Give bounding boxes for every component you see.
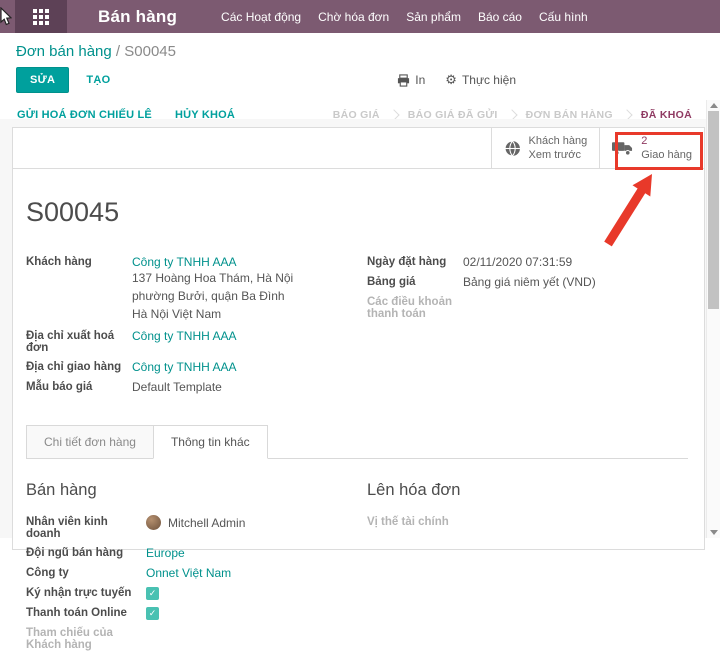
other-info-pane: Bán hàng Nhân viên kinh doanh Mitchell A…: [26, 459, 688, 654]
navbar-menu: Các Hoạt động Chờ hóa đơn Sản phẩm Báo c…: [221, 10, 588, 24]
field-order-date-label: Ngày đặt hàng: [367, 255, 463, 268]
field-sales-team: Đội ngũ bán hàng Europe: [26, 543, 351, 563]
notebook-tabs: Chi tiết đơn hàng Thông tin khác: [26, 425, 688, 459]
field-online-signature-label: Ký nhận trực tuyến: [26, 586, 146, 599]
field-customer-label: Khách hàng: [26, 255, 132, 268]
scroll-up-arrow-icon[interactable]: [710, 103, 718, 108]
invoice-address-link[interactable]: Công ty TNHH AAA: [132, 329, 236, 343]
invoicing-section: Lên hóa đơn Vị thế tài chính: [367, 481, 688, 654]
field-salesperson-label: Nhân viên kinh doanh: [26, 515, 146, 540]
customer-address-line: 137 Hoàng Hoa Thám, Hà Nội: [132, 269, 293, 287]
field-online-payment: Thanh toán Online ✓: [26, 603, 351, 623]
control-panel-actions: SỬA TẠO In ⚙ Thực hiện: [0, 64, 720, 101]
customer-link[interactable]: Công ty TNHH AAA: [132, 255, 236, 269]
truck-icon: [612, 140, 633, 156]
nav-item-activities[interactable]: Các Hoạt động: [221, 10, 301, 24]
field-salesperson: Nhân viên kinh doanh Mitchell Admin: [26, 512, 351, 543]
tab-order-lines[interactable]: Chi tiết đơn hàng: [26, 425, 153, 459]
field-delivery-address-label: Địa chỉ giao hàng: [26, 360, 132, 373]
field-fiscal-position: Vị thế tài chính: [367, 512, 688, 531]
nav-item-reporting[interactable]: Báo cáo: [478, 10, 522, 24]
globe-icon: [504, 140, 521, 157]
customer-preview-line2: Xem trước: [529, 148, 588, 162]
field-quotation-template-label: Mẫu báo giá: [26, 380, 132, 393]
field-customer-reference: Tham chiếu của Khách hàng: [26, 623, 351, 654]
vertical-scrollbar[interactable]: [706, 100, 720, 538]
field-company-label: Công ty: [26, 566, 146, 579]
field-customer: Khách hàng Công ty TNHH AAA 137 Hoàng Ho…: [26, 252, 351, 326]
field-online-signature: Ký nhận trực tuyến ✓: [26, 583, 351, 603]
nav-item-products[interactable]: Sản phẩm: [406, 10, 461, 24]
apps-menu-button[interactable]: [15, 0, 67, 33]
delivery-label: Giao hàng: [641, 148, 692, 162]
edit-button[interactable]: SỬA: [16, 67, 69, 93]
action-menu-label: Thực hiện: [462, 73, 516, 87]
stat-button-row: Khách hàng Xem trước 2 Giao hàng: [13, 128, 704, 169]
field-sales-team-label: Đội ngũ bán hàng: [26, 546, 146, 559]
field-order-date: Ngày đặt hàng 02/11/2020 07:31:59: [367, 252, 688, 272]
invoicing-section-title: Lên hóa đơn: [367, 481, 688, 500]
field-payment-terms: Các điều khoản thanh toán: [367, 292, 688, 323]
customer-preview-stat-button[interactable]: Khách hàng Xem trước: [491, 128, 600, 168]
breadcrumb: Đơn bán hàng / S00045: [0, 33, 720, 64]
nav-item-to-invoice[interactable]: Chờ hóa đơn: [318, 10, 389, 24]
sheet-body: S00045 Khách hàng Công ty TNHH AAA 137 H…: [13, 169, 704, 654]
field-fiscal-position-label: Vị thế tài chính: [367, 515, 487, 528]
field-invoice-address-label: Địa chỉ xuất hoá đơn: [26, 329, 132, 354]
action-menu-button[interactable]: ⚙ Thực hiện: [445, 73, 516, 88]
create-button[interactable]: TẠO: [86, 74, 110, 86]
field-pricelist-label: Bảng giá: [367, 275, 463, 288]
apps-grid-icon: [33, 9, 49, 25]
field-delivery-address: Địa chỉ giao hàng Công ty TNHH AAA: [26, 357, 351, 377]
nav-item-configuration[interactable]: Cấu hình: [539, 10, 588, 24]
field-quotation-template: Mẫu báo giá Default Template: [26, 377, 351, 397]
delivery-address-link[interactable]: Công ty TNHH AAA: [132, 360, 236, 374]
salesperson-avatar: [146, 515, 161, 530]
app-title: Bán hàng: [98, 7, 177, 27]
sales-section: Bán hàng Nhân viên kinh doanh Mitchell A…: [26, 481, 351, 654]
salesperson-value: Mitchell Admin: [168, 516, 245, 530]
scroll-down-arrow-icon[interactable]: [710, 530, 718, 535]
field-invoice-address: Địa chỉ xuất hoá đơn Công ty TNHH AAA: [26, 326, 351, 357]
customer-address-line: phường Bưởi, quận Ba Đình: [132, 287, 293, 305]
field-customer-reference-label: Tham chiếu của Khách hàng: [26, 626, 146, 651]
printer-icon: [397, 74, 410, 87]
check-icon: ✓: [149, 589, 157, 598]
quotation-template-value: Default Template: [132, 380, 222, 394]
check-icon: ✓: [149, 609, 157, 618]
delivery-count: 2: [641, 134, 692, 148]
company-link[interactable]: Onnet Việt Nam: [146, 566, 231, 580]
pricelist-value: Bảng giá niêm yết (VND): [463, 275, 596, 289]
form-sheet: Khách hàng Xem trước 2 Giao hàng S00045: [12, 127, 705, 550]
customer-preview-line1: Khách hàng: [529, 134, 588, 148]
header-field-group: Khách hàng Công ty TNHH AAA 137 Hoàng Ho…: [26, 252, 688, 397]
order-date-value: 02/11/2020 07:31:59: [463, 255, 572, 269]
order-title: S00045: [26, 197, 688, 228]
header-left-column: Khách hàng Công ty TNHH AAA 137 Hoàng Ho…: [26, 252, 351, 397]
sales-team-link[interactable]: Europe: [146, 546, 185, 560]
print-menu-button[interactable]: In: [397, 73, 425, 87]
top-navbar: Bán hàng Các Hoạt động Chờ hóa đơn Sản p…: [0, 0, 720, 33]
online-payment-checkbox[interactable]: ✓: [146, 607, 159, 620]
field-pricelist: Bảng giá Bảng giá niêm yết (VND): [367, 272, 688, 292]
print-menu-label: In: [415, 73, 425, 87]
gear-icon: ⚙: [445, 73, 457, 88]
field-payment-terms-label: Các điều khoản thanh toán: [367, 295, 463, 320]
mouse-cursor-icon: [0, 7, 12, 29]
breadcrumb-current: S00045: [124, 43, 176, 60]
control-panel-tools: In ⚙ Thực hiện: [397, 73, 516, 88]
breadcrumb-separator: /: [116, 43, 120, 60]
breadcrumb-parent-link[interactable]: Đơn bán hàng: [16, 43, 112, 60]
header-right-column: Ngày đặt hàng 02/11/2020 07:31:59 Bảng g…: [367, 252, 688, 397]
scrollbar-thumb[interactable]: [708, 111, 719, 309]
content-area: Khách hàng Xem trước 2 Giao hàng S00045: [0, 119, 720, 538]
customer-address-line: Hà Nội Việt Nam: [132, 305, 293, 323]
field-company: Công ty Onnet Việt Nam: [26, 563, 351, 583]
tab-other-info[interactable]: Thông tin khác: [153, 425, 268, 459]
field-online-payment-label: Thanh toán Online: [26, 606, 146, 619]
online-signature-checkbox[interactable]: ✓: [146, 587, 159, 600]
delivery-stat-button[interactable]: 2 Giao hàng: [599, 128, 704, 168]
sales-section-title: Bán hàng: [26, 481, 351, 500]
